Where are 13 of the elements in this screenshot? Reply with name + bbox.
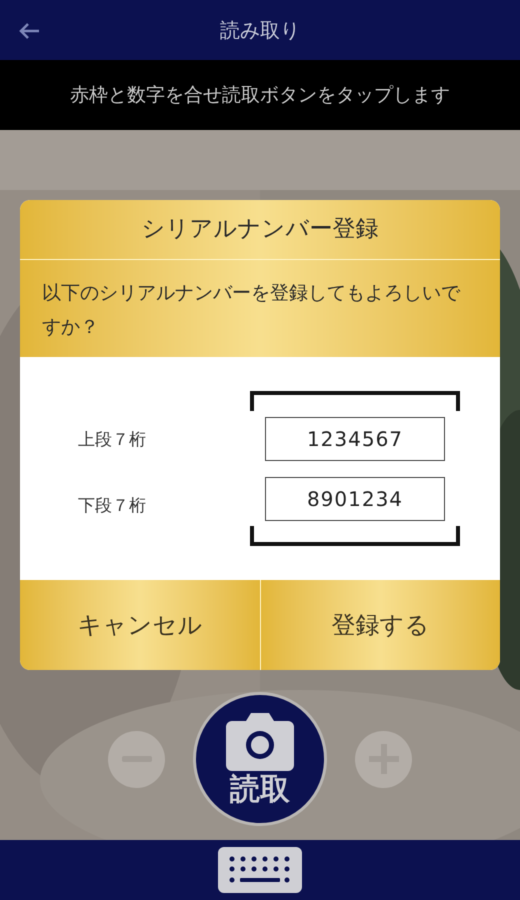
field-label: 上段７桁 [78, 429, 147, 452]
back-arrow-icon [18, 22, 40, 40]
camera-icon [224, 711, 296, 773]
register-button[interactable]: 登録する [260, 580, 500, 670]
serial-number-field[interactable]: 1234567 [265, 416, 445, 460]
cancel-button[interactable]: キャンセル [20, 580, 260, 670]
keyboard-button[interactable] [218, 847, 302, 893]
screen-title: 読み取り [220, 17, 300, 44]
field-label: 下段７桁 [78, 494, 147, 518]
instruction-text: 赤枠と数字を合せ読取ボタンをタップします [70, 82, 450, 108]
serial-number-field[interactable]: 8901234 [265, 476, 445, 520]
dialog-message: 以下のシリアルナンバーを登録してもよろしいですか？ [42, 281, 462, 340]
dialog-title: シリアルナンバー登録 [142, 215, 378, 244]
